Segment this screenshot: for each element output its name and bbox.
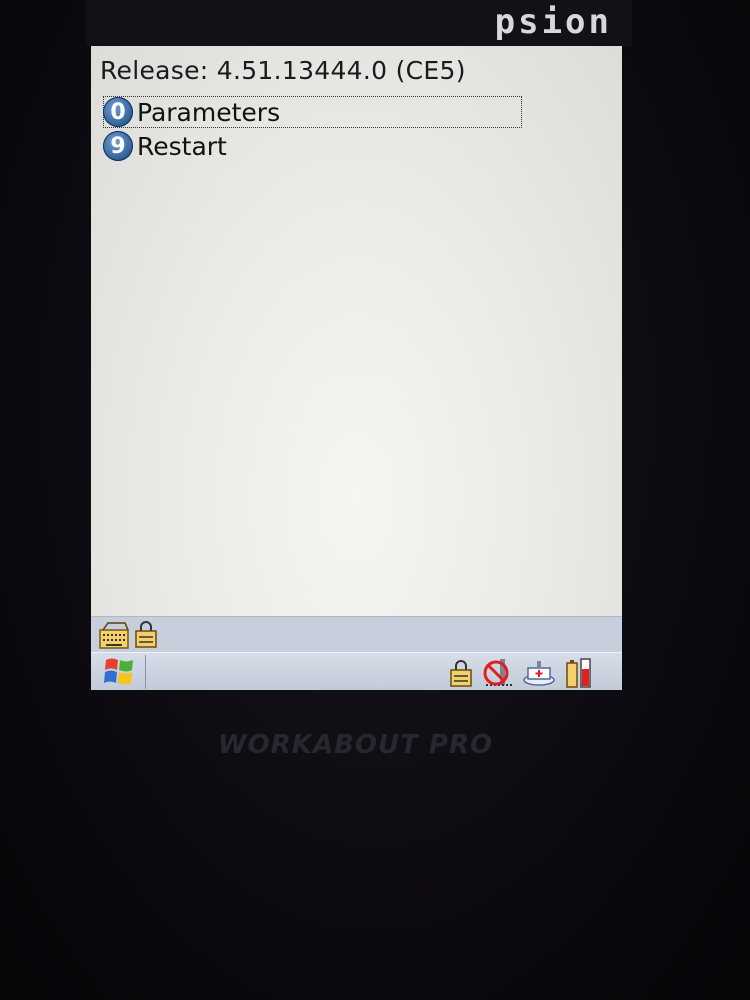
- key-badge-0: 0: [103, 97, 133, 127]
- menu-item-label: Parameters: [137, 97, 281, 127]
- device-top-bezel: psion: [86, 0, 632, 46]
- device-screen: Release: 4.51.13444.0 (CE5) 0 Parameters…: [91, 46, 622, 690]
- boot-menu: 0 Parameters 9 Restart: [103, 96, 522, 164]
- menu-item-parameters[interactable]: 0 Parameters: [103, 96, 522, 128]
- menu-item-restart[interactable]: 9 Restart: [103, 130, 522, 162]
- lock-icon[interactable]: [133, 619, 159, 649]
- taskbar: [91, 652, 622, 690]
- key-badge-9: 9: [103, 131, 133, 161]
- battery-level-icon[interactable]: [564, 657, 594, 689]
- device-body: psion Release: 4.51.13444.0 (CE5) 0 Para…: [0, 0, 750, 1000]
- menu-item-label: Restart: [137, 131, 227, 161]
- keyboard-icon[interactable]: [99, 620, 129, 650]
- brand-logo: psion: [494, 2, 612, 42]
- battery-charging-icon[interactable]: [522, 658, 556, 688]
- lock-icon[interactable]: [448, 658, 474, 688]
- no-network-icon[interactable]: [482, 657, 514, 689]
- start-button[interactable]: [97, 655, 146, 689]
- system-tray: [448, 657, 594, 689]
- input-panel-bar: [91, 616, 622, 653]
- release-version-text: Release: 4.51.13444.0 (CE5): [100, 56, 466, 85]
- windows-flag-icon: [103, 656, 137, 688]
- product-logo: WORKABOUT PRO: [218, 730, 494, 760]
